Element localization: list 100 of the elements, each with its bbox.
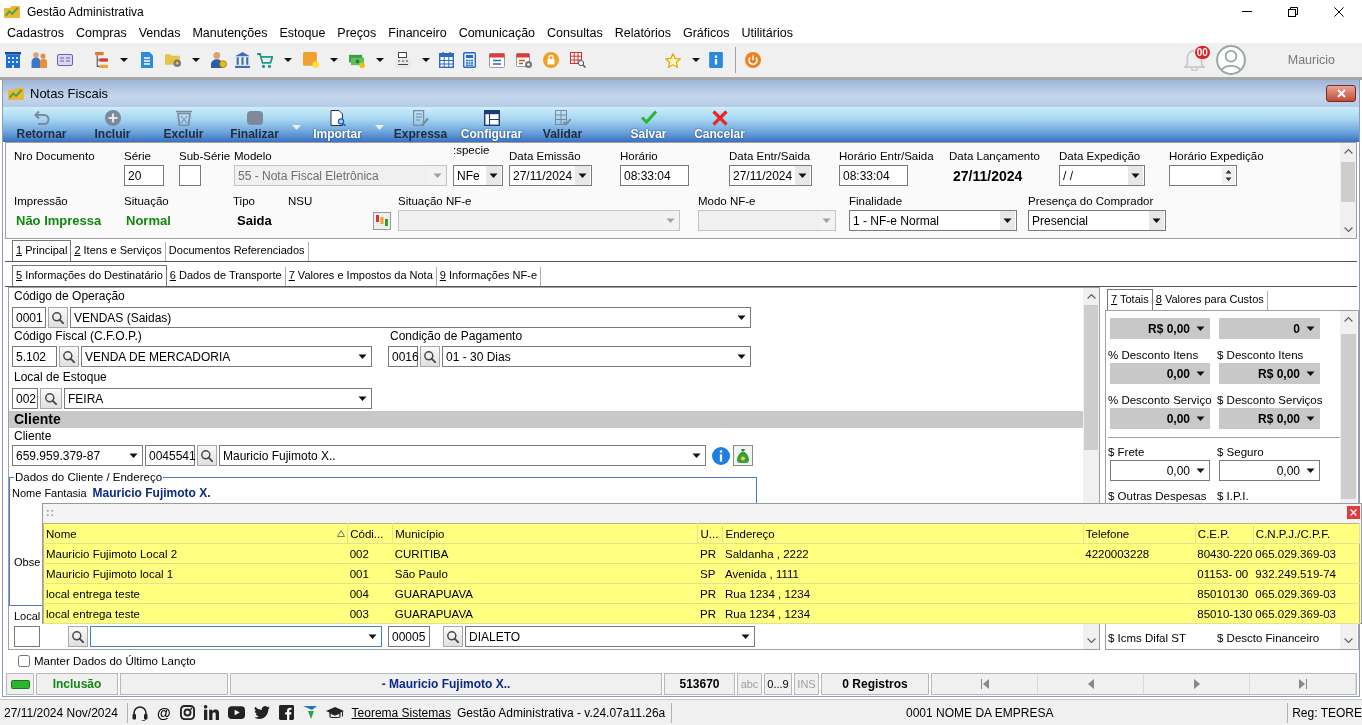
dropdown-field[interactable]: 1 - NF-e Normal — [849, 210, 1017, 231]
calendar-icon[interactable] — [488, 52, 505, 68]
caret-icon[interactable] — [192, 58, 200, 62]
tab[interactable]: 6 Dados de Transporte — [166, 267, 286, 286]
scroll-down-icon[interactable] — [1086, 638, 1096, 643]
calendar-icon[interactable] — [438, 52, 454, 68]
info-icon[interactable] — [709, 52, 723, 68]
building-icon[interactable] — [5, 52, 21, 68]
close-button[interactable] — [1326, 85, 1356, 102]
scroll-down-icon[interactable] — [1343, 227, 1353, 232]
search-button[interactable] — [59, 346, 79, 367]
menu-item[interactable]: Cadastros — [1, 24, 70, 42]
text-field[interactable]: 00005 — [388, 626, 430, 647]
dropdown-field[interactable]: 0,00 — [1110, 460, 1210, 481]
dropdown-field[interactable]: / / — [1059, 165, 1145, 186]
column-header[interactable]: Telefone — [1083, 523, 1196, 544]
scroll-up-icon[interactable] — [1344, 317, 1353, 322]
tab[interactable]: 5 Informações do Destinatário — [12, 265, 167, 286]
dropdown-field[interactable]: 27/11/2024 — [729, 165, 812, 186]
folder-gear-icon[interactable] — [165, 53, 181, 67]
search-button[interactable] — [197, 445, 217, 466]
scroll-up-icon[interactable] — [1343, 149, 1353, 154]
column-header[interactable]: Município — [392, 523, 698, 544]
search-button[interactable] — [420, 346, 440, 367]
caret-icon[interactable] — [692, 58, 700, 62]
menu-item[interactable]: Estoque — [273, 24, 332, 42]
menu-item[interactable]: Comunicação — [452, 24, 542, 42]
scrollbar-thumb[interactable] — [1341, 334, 1356, 499]
table-search-icon[interactable] — [569, 52, 586, 68]
tab[interactable]: 7 Totais — [1107, 289, 1153, 310]
dropdown-field[interactable]: FEIRA — [64, 388, 372, 409]
website-link[interactable]: Teorema Sistemas — [351, 705, 451, 720]
dropdown-field[interactable]: R$ 0,00 — [1110, 318, 1210, 339]
youtube-icon[interactable] — [227, 706, 245, 719]
bar-chart-button[interactable] — [373, 211, 391, 230]
dropdown-field[interactable]: 0,00 — [1219, 460, 1320, 481]
search-button[interactable] — [68, 626, 88, 647]
menu-item[interactable]: Gráficos — [676, 24, 736, 42]
menu-item[interactable]: Manutenções — [186, 24, 274, 42]
text-field[interactable]: 08:33:04 — [620, 165, 689, 186]
caret-icon[interactable] — [376, 58, 384, 62]
column-header[interactable]: Códi... — [347, 523, 393, 544]
tab[interactable]: 2 Itens e Serviços — [71, 242, 166, 261]
facebook-icon[interactable] — [278, 705, 294, 720]
dropdown-field[interactable] — [90, 626, 382, 647]
avatar-icon[interactable] — [1215, 45, 1246, 75]
dropdown-field[interactable]: 0,00 — [1110, 363, 1210, 384]
twitter-icon[interactable] — [253, 706, 270, 719]
tab[interactable]: 7 Valores e Impostos da Nota — [285, 267, 437, 286]
scrollbar-thumb[interactable] — [1084, 305, 1098, 450]
text-field[interactable]: 20 — [124, 165, 164, 186]
spinner-arrows-icon[interactable] — [1222, 167, 1235, 184]
text-field[interactable]: 5.102 — [12, 346, 57, 367]
caret-icon[interactable] — [120, 58, 128, 62]
dropdown-field[interactable]: 01 - 30 Dias — [442, 346, 751, 367]
search-button[interactable] — [443, 626, 463, 647]
text-field[interactable]: 0001 — [12, 307, 46, 328]
power-icon[interactable] — [745, 52, 761, 68]
user-name[interactable]: Mauricio — [1287, 53, 1335, 67]
menu-item[interactable]: Relatórios — [608, 24, 677, 42]
info-icon[interactable] — [712, 446, 730, 465]
text-field[interactable]: 08:33:04 — [839, 165, 908, 186]
dropdown-field[interactable]: 0,00 — [1110, 408, 1210, 429]
dropdown-field[interactable]: 659.959.379-87 — [12, 445, 143, 466]
cash-register-icon[interactable] — [395, 52, 411, 68]
column-header[interactable]: Nome — [43, 523, 348, 544]
text-field[interactable] — [14, 626, 40, 647]
tab[interactable]: 1 Principal — [12, 240, 72, 261]
dropdown-field[interactable]: Mauricio Fujimoto X.. — [219, 445, 706, 466]
caret-icon[interactable] — [330, 58, 338, 62]
sort-arrow-icon[interactable] — [337, 530, 346, 537]
tab[interactable]: 9 Informações NF-e — [436, 267, 541, 286]
column-header[interactable]: C.E.P. — [1195, 523, 1254, 544]
vertical-scrollbar[interactable] — [1340, 143, 1356, 238]
document-icon[interactable] — [141, 52, 153, 68]
menu-item[interactable]: Consultas — [541, 24, 609, 42]
caret-icon[interactable] — [284, 58, 292, 62]
menu-item[interactable]: Utilitários — [735, 24, 799, 42]
column-header[interactable]: Endereço — [723, 523, 1084, 544]
text-field[interactable]: 0045541 — [145, 445, 195, 466]
checkbox[interactable] — [18, 655, 30, 667]
dropdown-field[interactable]: R$ 0,00 — [1219, 408, 1320, 429]
scroll-down-icon[interactable] — [1344, 638, 1353, 643]
dropdown-field[interactable]: R$ 0,00 — [1219, 363, 1320, 384]
headset-icon[interactable] — [131, 704, 148, 721]
people-icon[interactable] — [31, 52, 47, 68]
menu-item[interactable]: Vendas — [132, 24, 187, 42]
column-header[interactable]: U... — [697, 523, 723, 544]
linkedin-icon[interactable] — [203, 705, 219, 720]
caret-icon[interactable] — [422, 58, 430, 62]
dropdown-field[interactable]: NFe — [453, 165, 503, 186]
dropdown-field[interactable]: VENDAS (Saidas) — [70, 307, 751, 328]
scrollbar-thumb[interactable] — [1341, 162, 1355, 202]
org-chart-icon[interactable] — [94, 52, 108, 68]
graduation-cap-icon[interactable] — [325, 707, 344, 718]
cart-icon[interactable] — [257, 52, 273, 68]
close-button[interactable] — [1347, 506, 1360, 519]
money-icon[interactable] — [349, 52, 365, 68]
email-link[interactable]: @ — [156, 704, 171, 721]
scroll-up-icon[interactable] — [1086, 294, 1096, 299]
